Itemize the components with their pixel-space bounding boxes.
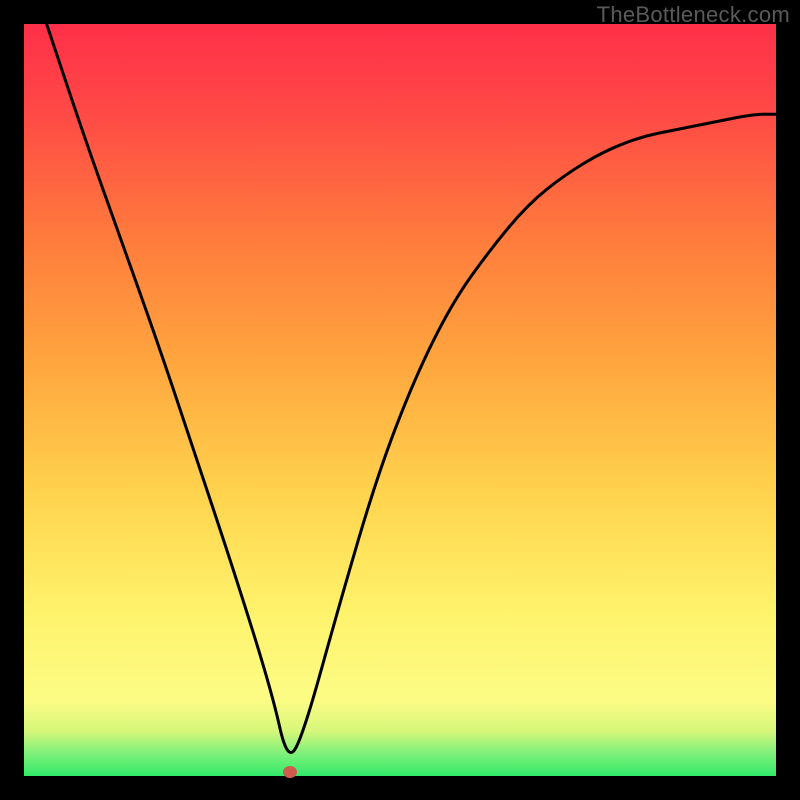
plot-area: [24, 24, 776, 776]
minimum-marker: [283, 766, 297, 778]
bottleneck-curve: [24, 24, 776, 776]
chart-frame: TheBottleneck.com: [0, 0, 800, 800]
curve-path: [47, 24, 776, 753]
